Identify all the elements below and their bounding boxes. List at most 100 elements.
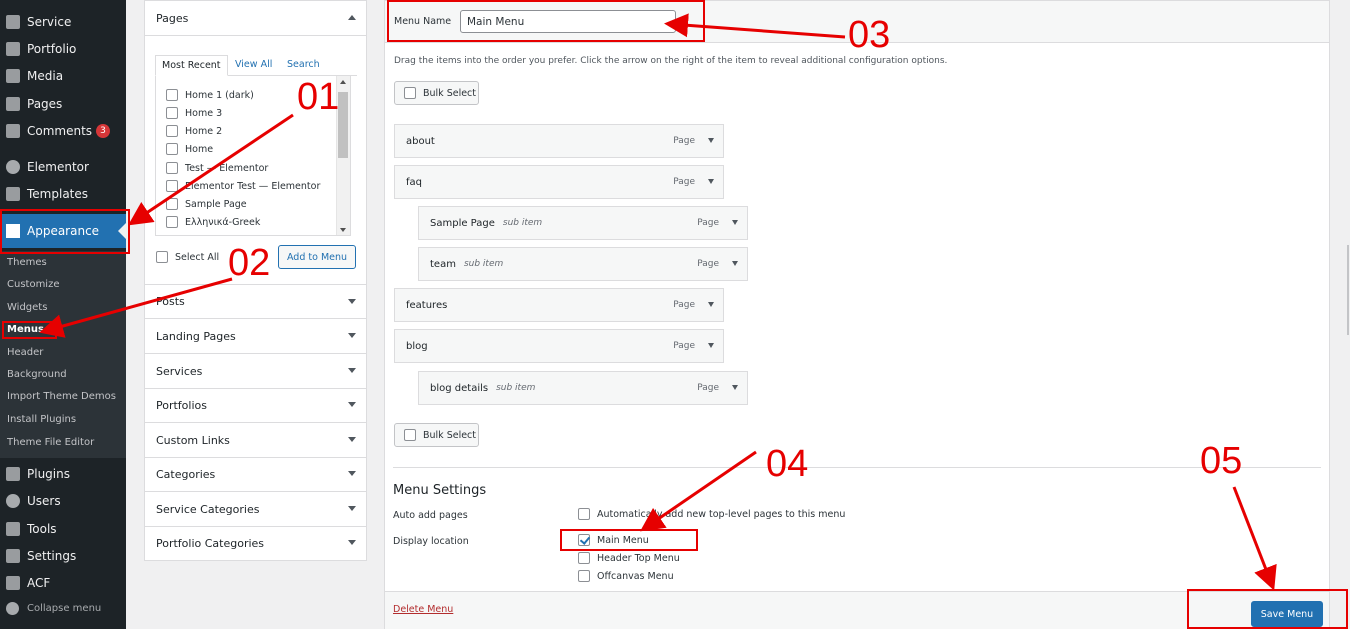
submenu-item-customize[interactable]: Customize (7, 276, 60, 294)
menu-item-about[interactable]: about Page (394, 124, 724, 158)
sidebar-item-label: Elementor (27, 160, 89, 174)
list-item[interactable]: Home 2 (166, 123, 222, 139)
chevron-down-icon (348, 299, 356, 304)
sidebar-item-acf[interactable]: ACF (0, 571, 126, 595)
page-checkbox[interactable] (166, 143, 178, 155)
list-item[interactable]: Ελληνικά-Greek (166, 214, 260, 230)
expand-arrow-icon[interactable] (708, 138, 714, 143)
list-item[interactable]: Test — Elementor (166, 160, 268, 176)
page-checkbox[interactable] (166, 125, 178, 137)
accordion-custom-links[interactable]: Custom Links (145, 423, 366, 458)
accordion-portfolio-categories[interactable]: Portfolio Categories (145, 526, 366, 561)
menu-item-team[interactable]: team sub item Page (418, 247, 748, 281)
menu-item-features[interactable]: features Page (394, 288, 724, 322)
bulk-select-button-bottom[interactable]: Bulk Select (394, 423, 479, 447)
sidebar-item-portfolio[interactable]: Portfolio (0, 37, 126, 61)
menu-item-type: Page (673, 300, 695, 310)
accordion-service-categories[interactable]: Service Categories (145, 492, 366, 527)
scroll-up-arrow-icon[interactable] (340, 80, 346, 84)
expand-arrow-icon[interactable] (708, 302, 714, 307)
offcanvas-menu-checkbox[interactable] (578, 570, 590, 582)
menu-item-sample-page[interactable]: Sample Page sub item Page (418, 206, 748, 240)
bulk-select-checkbox[interactable] (404, 87, 416, 99)
location-header-top-menu[interactable]: Header Top Menu (578, 552, 680, 564)
header-top-menu-checkbox[interactable] (578, 552, 590, 564)
sidebar-item-media[interactable]: Media (0, 64, 126, 88)
menu-editor: Menu Name Main Menu Drag the items into … (384, 0, 1330, 629)
sidebar-item-label: Settings (27, 549, 77, 563)
sidebar-item-label: Plugins (27, 467, 70, 481)
list-item[interactable]: Elementor Test — Elementor (166, 178, 320, 194)
sidebar-item-users[interactable]: Users (0, 489, 126, 513)
submenu-item-widgets[interactable]: Widgets (7, 299, 47, 317)
page-scrollbar[interactable] (1347, 245, 1349, 335)
sub-item-label: sub item (502, 218, 543, 228)
list-item[interactable]: Sample Page (166, 196, 247, 212)
auto-add-checkbox[interactable] (578, 508, 590, 520)
location-label: Offcanvas Menu (597, 570, 674, 582)
accordion-title: Portfolios (156, 398, 207, 412)
submenu-item-header[interactable]: Header (7, 344, 43, 362)
list-item[interactable]: Home 1 (dark) (166, 87, 254, 103)
menu-item-type: Page (673, 341, 695, 351)
expand-arrow-icon[interactable] (708, 179, 714, 184)
sidebar-item-label: Portfolio (27, 42, 77, 56)
menu-item-blog-details[interactable]: blog details sub item Page (418, 371, 748, 405)
bulk-select-checkbox[interactable] (404, 429, 416, 441)
sidebar-item-tools[interactable]: Tools (0, 517, 126, 541)
collapse-menu-button[interactable]: Collapse menu (6, 602, 101, 615)
select-all-control[interactable]: Select All (156, 251, 219, 263)
add-to-menu-button[interactable]: Add to Menu (278, 245, 356, 269)
expand-arrow-icon[interactable] (732, 261, 738, 266)
menu-item-faq[interactable]: faq Page (394, 165, 724, 199)
accordion-categories[interactable]: Categories (145, 457, 366, 492)
submenu-item-import-theme-demos[interactable]: Import Theme Demos (7, 388, 116, 406)
accordion-pages-header[interactable]: Pages (145, 1, 366, 36)
menu-item-title: team (430, 258, 456, 270)
page-checkbox[interactable] (166, 107, 178, 119)
collapse-icon (6, 602, 19, 615)
accordion-portfolios[interactable]: Portfolios (145, 388, 366, 423)
page-checkbox[interactable] (166, 180, 178, 192)
location-offcanvas-menu[interactable]: Offcanvas Menu (578, 570, 674, 582)
select-all-checkbox[interactable] (156, 251, 168, 263)
sidebar-item-comments[interactable]: Comments 3 (0, 119, 126, 143)
bulk-select-button-top[interactable]: Bulk Select (394, 81, 479, 105)
expand-arrow-icon[interactable] (732, 385, 738, 390)
expand-arrow-icon[interactable] (708, 343, 714, 348)
delete-menu-link[interactable]: Delete Menu (393, 604, 453, 615)
sidebar-item-service[interactable]: Service (0, 10, 126, 34)
accordion-title: Service Categories (156, 502, 260, 516)
auto-add-pages-option[interactable]: Automatically add new top-level pages to… (578, 508, 845, 520)
page-checkbox[interactable] (166, 198, 178, 210)
list-item[interactable]: Home 3 (166, 105, 222, 121)
annotation-box-main-menu (560, 529, 698, 551)
auto-add-pages-label: Auto add pages (393, 510, 468, 521)
page-checkbox[interactable] (166, 89, 178, 101)
appearance-submenu: Themes Customize Widgets Menus Header Ba… (0, 251, 126, 458)
page-checkbox[interactable] (166, 162, 178, 174)
tab-view-all[interactable]: View All (235, 55, 272, 76)
submenu-item-theme-file-editor[interactable]: Theme File Editor (7, 434, 94, 452)
accordion-posts[interactable]: Posts (145, 284, 366, 319)
page-label: Test — Elementor (185, 162, 269, 174)
tab-search[interactable]: Search (287, 55, 320, 76)
submenu-item-themes[interactable]: Themes (7, 254, 47, 272)
list-item[interactable]: Home (166, 141, 213, 157)
menu-item-blog[interactable]: blog Page (394, 329, 724, 363)
accordion-title: Posts (156, 295, 185, 308)
sidebar-item-templates[interactable]: Templates (0, 182, 126, 206)
expand-arrow-icon[interactable] (732, 220, 738, 225)
scroll-down-arrow-icon[interactable] (340, 228, 346, 232)
sidebar-item-plugins[interactable]: Plugins (0, 462, 126, 486)
accordion-landing-pages[interactable]: Landing Pages (145, 319, 366, 354)
sidebar-item-settings[interactable]: Settings (0, 544, 126, 568)
submenu-item-background[interactable]: Background (7, 366, 67, 384)
sidebar-item-pages[interactable]: Pages (0, 92, 126, 116)
sidebar-item-elementor[interactable]: Elementor (0, 155, 126, 179)
submenu-item-install-plugins[interactable]: Install Plugins (7, 411, 76, 429)
tab-most-recent[interactable]: Most Recent (155, 55, 228, 76)
scrollbar-thumb[interactable] (338, 92, 348, 158)
page-checkbox[interactable] (166, 216, 178, 228)
accordion-services[interactable]: Services (145, 354, 366, 389)
